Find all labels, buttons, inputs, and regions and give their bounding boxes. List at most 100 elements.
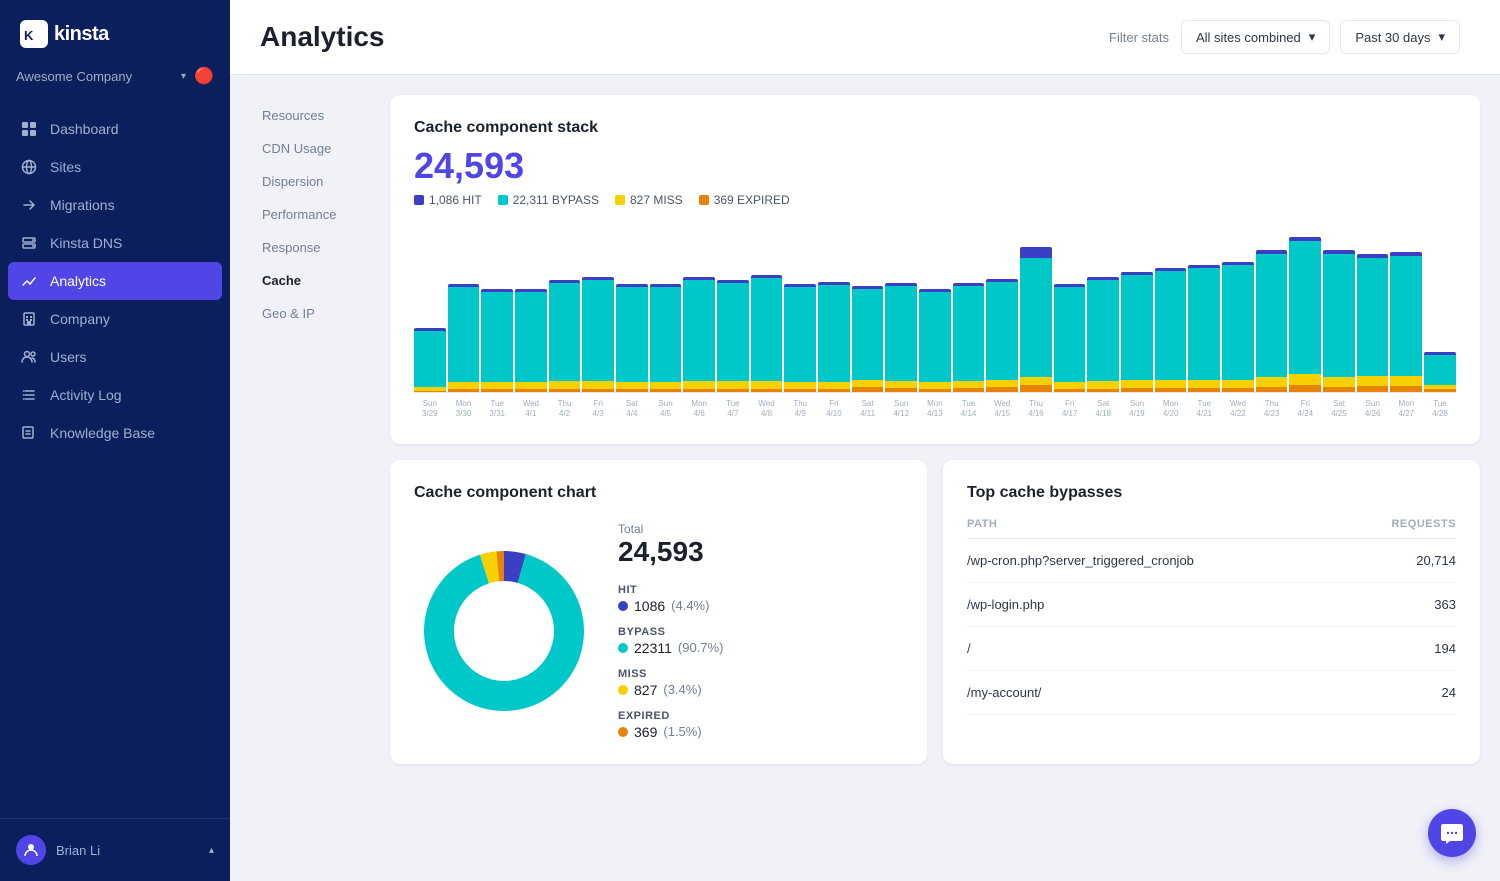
sidebar-item-dashboard[interactable]: Dashboard <box>0 110 230 148</box>
bar-bypass-segment <box>616 287 648 382</box>
bar-bypass-segment <box>1188 268 1220 380</box>
bar-column <box>852 223 884 392</box>
sidebar: K kinsta Awesome Company ▾ 🔴 Dashboard S… <box>0 0 230 881</box>
hit-color-dot <box>414 195 424 205</box>
bar-bypass-segment <box>1155 271 1187 380</box>
hit-pct: (4.4%) <box>671 598 709 613</box>
bar-bypass-segment <box>986 282 1018 380</box>
legend-bypass-label: 22,311 BYPASS <box>513 193 599 207</box>
bar-expired-segment <box>1155 388 1187 392</box>
sidebar-item-label: Dashboard <box>50 121 119 137</box>
bar-column <box>1390 223 1422 392</box>
bar-expired-segment <box>683 389 715 392</box>
bar-bypass-segment <box>1087 280 1119 381</box>
bypass-path: /wp-cron.php?server_triggered_cronjob <box>967 538 1348 582</box>
notification-bell-icon[interactable]: 🔴 <box>194 66 214 86</box>
donut-bypass: BYPASS 22311 (90.7%) <box>618 626 723 656</box>
bar-date-label: Tue 4/7 <box>717 399 749 420</box>
subnav-resources[interactable]: Resources <box>250 100 370 131</box>
user-profile[interactable]: Brian Li ▴ <box>0 818 230 881</box>
bar-column <box>1424 223 1456 392</box>
subnav-performance[interactable]: Performance <box>250 199 370 230</box>
bar-date-label: Fri 4/10 <box>818 399 850 420</box>
bar-miss-segment <box>986 380 1018 387</box>
expired-pct: (1.5%) <box>663 724 701 739</box>
path-column-header: PATH <box>967 510 1348 539</box>
miss-pct: (3.4%) <box>663 682 701 697</box>
bar-column <box>1087 223 1119 392</box>
bar-column <box>717 223 749 392</box>
bar-expired-segment <box>784 389 816 392</box>
legend-expired: 369 EXPIRED <box>699 193 790 207</box>
bar-date-label: Tue 4/21 <box>1188 399 1220 420</box>
bypass-dot <box>618 643 628 653</box>
sidebar-item-knowledge-base[interactable]: Knowledge Base <box>0 414 230 452</box>
requests-column-header: REQUESTS <box>1348 510 1456 539</box>
legend-expired-label: 369 EXPIRED <box>714 193 790 207</box>
bar-miss-segment <box>683 381 715 389</box>
period-filter-dropdown[interactable]: Past 30 days ▾ <box>1340 20 1460 54</box>
sidebar-item-analytics[interactable]: Analytics <box>8 262 222 300</box>
bar-column <box>885 223 917 392</box>
subnav-response[interactable]: Response <box>250 232 370 263</box>
logo-text: kinsta <box>54 23 109 46</box>
donut-area: Total 24,593 HIT 1086 <box>414 510 903 740</box>
expired-value: 369 (1.5%) <box>618 724 723 740</box>
subnav-cdn-usage[interactable]: CDN Usage <box>250 133 370 164</box>
kinsta-logo: K kinsta <box>20 20 210 48</box>
building-icon <box>20 310 38 328</box>
bar-miss-segment <box>1054 382 1086 389</box>
sidebar-item-sites[interactable]: Sites <box>0 148 230 186</box>
bar-miss-segment <box>650 382 682 389</box>
bar-bypass-segment <box>1323 254 1355 377</box>
cache-chart-card: Cache component chart Total 24,593 <box>390 460 927 764</box>
sidebar-item-activity-log[interactable]: Activity Log <box>0 376 230 414</box>
bar-miss-segment <box>751 381 783 389</box>
bar-column <box>784 223 816 392</box>
bar-miss-segment <box>953 381 985 388</box>
bar-column <box>818 223 850 392</box>
bar-expired-segment <box>717 389 749 392</box>
bar-column <box>414 223 446 392</box>
subnav-cache[interactable]: Cache <box>250 265 370 296</box>
sidebar-item-migrations[interactable]: Migrations <box>0 186 230 224</box>
sidebar-item-users[interactable]: Users <box>0 338 230 376</box>
bar-bypass-segment <box>919 292 951 382</box>
sidebar-item-label: Knowledge Base <box>50 425 155 441</box>
sidebar-item-company[interactable]: Company <box>0 300 230 338</box>
bar-bypass-segment <box>448 287 480 382</box>
bar-date-label: Sun 3/29 <box>414 399 446 420</box>
legend-bypass: 22,311 BYPASS <box>498 193 599 207</box>
sidebar-item-kinsta-dns[interactable]: Kinsta DNS <box>0 224 230 262</box>
chevron-down-icon: ▾ <box>1309 29 1316 45</box>
sidebar-item-label: Company <box>50 311 110 327</box>
total-label: Total <box>618 522 723 536</box>
cache-bar-chart: Sun 3/29Mon 3/30Tue 3/31Wed 4/1Thu 4/2Fr… <box>414 223 1456 420</box>
bar-date-label: Sun 4/12 <box>885 399 917 420</box>
bypass-table-row: /my-account/24 <box>967 670 1456 714</box>
bar-bypass-segment <box>852 289 884 380</box>
subnav-geo-ip[interactable]: Geo & IP <box>250 298 370 329</box>
donut-miss: MISS 827 (3.4%) <box>618 668 723 698</box>
bar-expired-segment <box>1054 389 1086 392</box>
bar-bypass-segment <box>1121 275 1153 380</box>
company-selector[interactable]: Awesome Company ▾ 🔴 <box>0 58 230 102</box>
bar-column <box>751 223 783 392</box>
donut-legend-area: Total 24,593 HIT 1086 <box>618 522 723 740</box>
bar-expired-segment <box>1289 385 1321 392</box>
globe-icon <box>20 158 38 176</box>
bypass-path: / <box>967 626 1348 670</box>
bar-miss-segment <box>1222 380 1254 388</box>
subnav-dispersion[interactable]: Dispersion <box>250 166 370 197</box>
miss-value: 827 (3.4%) <box>618 682 723 698</box>
bar-miss-segment <box>852 380 884 387</box>
chat-button[interactable] <box>1428 809 1476 857</box>
bar-expired-segment <box>1020 385 1052 392</box>
bypass-path: /my-account/ <box>967 670 1348 714</box>
bar-miss-segment <box>1289 374 1321 385</box>
miss-dot <box>618 685 628 695</box>
expired-count: 369 <box>634 724 657 740</box>
total-value: 24,593 <box>618 536 723 568</box>
miss-color-dot <box>615 195 625 205</box>
sites-filter-dropdown[interactable]: All sites combined ▾ <box>1181 20 1330 54</box>
